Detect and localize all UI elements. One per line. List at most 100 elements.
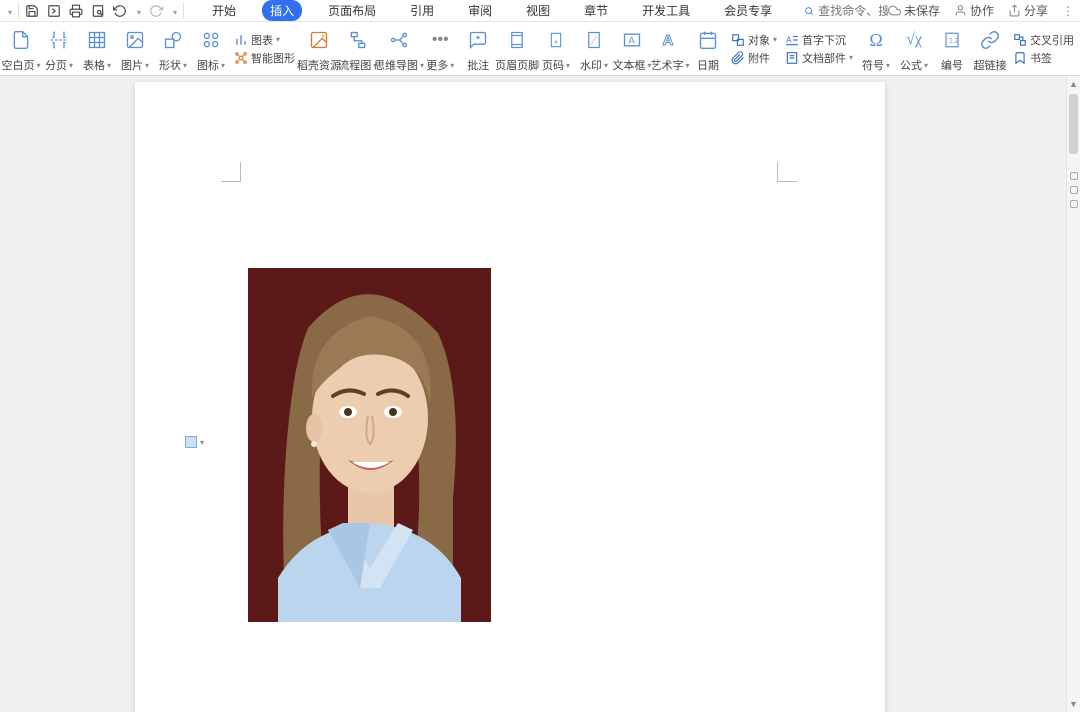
page-number-button[interactable]: # 页码 — [537, 22, 575, 75]
unsaved-button[interactable]: 未保存 — [888, 2, 940, 19]
blank-page-button[interactable]: 空白页 — [2, 22, 40, 75]
docparts-icon — [785, 51, 799, 65]
more-menu-icon[interactable]: ⋮ — [1062, 4, 1074, 18]
smartart-icon — [234, 51, 248, 65]
icons-button[interactable]: 图标 — [192, 22, 230, 75]
undo-icon[interactable] — [113, 4, 127, 18]
chevron-down-icon: ▾ — [200, 438, 204, 447]
vertical-scrollbar[interactable]: ▲ ▼ — [1066, 76, 1080, 712]
shapes-button[interactable]: 形状 — [154, 22, 192, 75]
object-label: 对象 — [748, 32, 770, 48]
tab-layout[interactable]: 页面布局 — [320, 0, 384, 21]
hyperlink-label: 超链接 — [974, 57, 1007, 73]
bookmark-icon — [1013, 51, 1027, 65]
tab-insert[interactable]: 插入 — [262, 0, 302, 21]
picture-button[interactable]: 图片 — [116, 22, 154, 75]
tab-start[interactable]: 开始 — [204, 0, 244, 21]
paragraph-handle[interactable]: ▾ — [185, 436, 204, 448]
svg-text:#: # — [554, 39, 558, 46]
docparts-button[interactable]: 文档部件▾ — [785, 50, 853, 66]
date-label: 日期 — [697, 57, 719, 73]
equation-label: 公式 — [900, 57, 928, 73]
more-button[interactable]: ••• 更多 — [421, 22, 459, 75]
crossref-button[interactable]: 交叉引用 — [1013, 32, 1074, 48]
scroll-down-button[interactable]: ▼ — [1067, 696, 1080, 712]
share-button[interactable]: 分享 — [1008, 2, 1048, 19]
shapes-icon — [163, 26, 183, 54]
search-box[interactable] — [804, 4, 888, 18]
page-number-icon: # — [548, 26, 564, 54]
wordart-button[interactable]: A 艺术字 — [651, 22, 689, 75]
tab-review[interactable]: 审阅 — [460, 0, 500, 21]
qat-customize-dropdown[interactable] — [171, 4, 177, 18]
scroll-up-button[interactable]: ▲ — [1067, 76, 1080, 92]
picture-label: 图片 — [121, 57, 149, 73]
inserted-image[interactable] — [248, 268, 491, 622]
save-icon[interactable] — [25, 4, 39, 18]
search-icon — [804, 5, 814, 17]
attachment-label: 附件 — [748, 50, 770, 66]
tab-devtools[interactable]: 开发工具 — [634, 0, 698, 21]
attachment-button[interactable]: 附件 — [731, 50, 777, 66]
document-canvas[interactable]: ▾ — [0, 76, 1066, 712]
watermark-icon — [585, 26, 603, 54]
flowchart-icon — [348, 26, 368, 54]
top-right-cluster: 未保存 协作 分享 ⋮ — [888, 2, 1074, 19]
table-button[interactable]: 表格 — [78, 22, 116, 75]
bookmark-button[interactable]: 书签 — [1013, 50, 1074, 66]
tab-chapter[interactable]: 章节 — [576, 0, 616, 21]
equation-button[interactable]: √χ 公式 — [895, 22, 933, 75]
flowchart-label: 流程图 — [338, 57, 377, 73]
doko-resource-button[interactable]: 稻壳资源 — [299, 22, 339, 75]
scroll-markers — [1070, 172, 1078, 208]
svg-text:A: A — [629, 35, 636, 45]
share-icon — [1008, 4, 1021, 17]
tab-member[interactable]: 会员专享 — [716, 0, 780, 21]
equation-icon: √χ — [906, 26, 922, 54]
more-label: 更多 — [426, 57, 454, 73]
symbol-button[interactable]: Ω 符号 — [857, 22, 895, 75]
object-button[interactable]: 对象▾ — [731, 32, 777, 48]
page-break-button[interactable]: 分页 — [40, 22, 78, 75]
picture-icon — [124, 26, 146, 54]
svg-text:A: A — [662, 32, 673, 49]
chart-button[interactable]: 图表▾ — [234, 32, 295, 48]
undo-dropdown[interactable] — [135, 4, 141, 18]
number-button[interactable]: 1.2 编号 — [933, 22, 971, 75]
date-button[interactable]: 日期 — [689, 22, 727, 75]
blank-page-label: 空白页 — [2, 57, 41, 73]
redo-icon[interactable] — [149, 4, 163, 18]
header-footer-button[interactable]: 页眉页脚 — [497, 22, 537, 75]
title-bar: 开始 插入 页面布局 引用 审阅 视图 章节 开发工具 会员专享 未保存 协作 … — [0, 0, 1080, 22]
smartart-label: 智能图形 — [251, 50, 295, 66]
mindmap-button[interactable]: 思维导图 — [377, 22, 422, 75]
print-icon[interactable] — [69, 4, 83, 18]
watermark-label: 水印 — [580, 57, 608, 73]
margin-corner-tr — [777, 162, 797, 182]
scroll-track[interactable] — [1067, 92, 1080, 696]
object-icon — [731, 33, 745, 47]
table-label: 表格 — [83, 57, 111, 73]
comment-button[interactable]: 批注 — [459, 22, 497, 75]
scroll-thumb[interactable] — [1069, 94, 1078, 154]
tab-reference[interactable]: 引用 — [402, 0, 442, 21]
textbox-icon: A — [622, 26, 642, 54]
header-footer-icon — [508, 26, 526, 54]
hyperlink-button[interactable]: 超链接 — [971, 22, 1009, 75]
tab-view[interactable]: 视图 — [518, 0, 558, 21]
output-icon[interactable] — [47, 4, 61, 18]
watermark-button[interactable]: 水印 — [575, 22, 613, 75]
divider — [18, 3, 19, 19]
crossref-icon — [1013, 33, 1027, 47]
page-break-icon — [49, 26, 69, 54]
flowchart-button[interactable]: 流程图 — [339, 22, 377, 75]
textbox-button[interactable]: A 文本框 — [613, 22, 651, 75]
smartart-button[interactable]: 智能图形 — [234, 50, 295, 66]
collab-button[interactable]: 协作 — [954, 2, 994, 19]
dropcap-button[interactable]: A首字下沉 — [785, 32, 853, 48]
more-icon: ••• — [432, 26, 449, 54]
app-menu-dropdown[interactable] — [6, 4, 12, 18]
comment-icon — [468, 26, 488, 54]
preview-icon[interactable] — [91, 4, 105, 18]
search-input[interactable] — [818, 4, 888, 18]
